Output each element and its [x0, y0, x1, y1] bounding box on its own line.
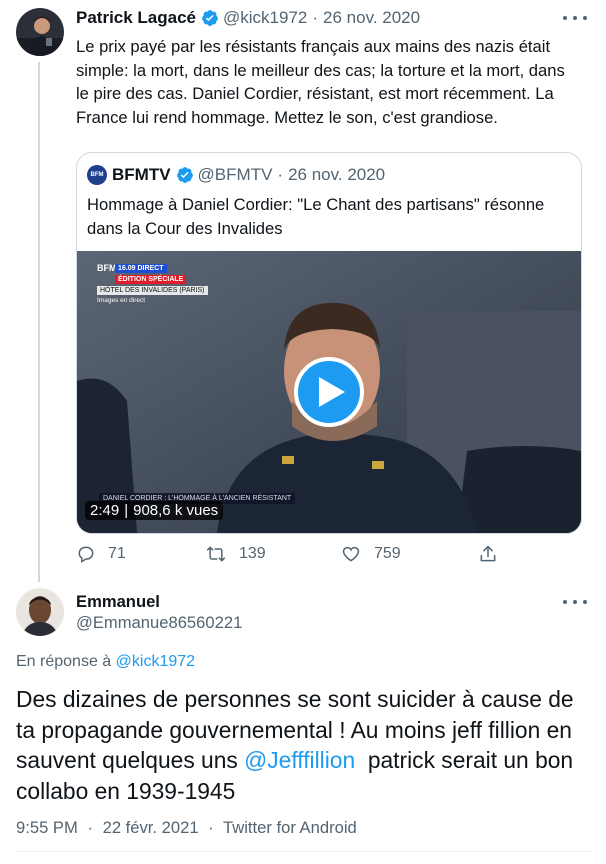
- author-handle[interactable]: @kick1972: [223, 8, 307, 28]
- reply-icon: [78, 546, 94, 563]
- reply-target-link[interactable]: @kick1972: [116, 653, 195, 670]
- heart-icon: [342, 546, 360, 562]
- quote-text: Hommage à Daniel Cordier: "Le Chant des …: [87, 195, 545, 238]
- video-duration: 2:49: [90, 502, 120, 519]
- quote-header: BFM BFMTV @BFMTV · 26 nov. 2020: [87, 165, 385, 185]
- overlay-edition: ÉDITION SPÉCIALE: [115, 275, 187, 284]
- bfmtv-avatar: BFM: [87, 165, 107, 185]
- divider: [16, 851, 591, 852]
- reply-author-handle[interactable]: @Emmanue86560221: [76, 613, 242, 633]
- avatar-patrick[interactable]: [16, 8, 64, 56]
- more-options-icon[interactable]: [563, 10, 587, 26]
- overlay-location: HÔTEL DES INVALIDES (PARIS): [97, 286, 208, 295]
- separator-dot: ·: [87, 818, 93, 837]
- reply-time[interactable]: 9:55 PM: [16, 818, 78, 837]
- author-name[interactable]: Patrick Lagacé: [76, 8, 196, 28]
- play-button[interactable]: [294, 357, 364, 427]
- share-button[interactable]: [478, 544, 510, 564]
- retweet-count: 139: [239, 545, 266, 562]
- verified-badge-icon: [201, 9, 219, 27]
- reply-text: Des dizaines de personnes se sont suicid…: [16, 684, 591, 806]
- thread-line: [38, 62, 40, 582]
- tweet-header: Patrick Lagacé @kick1972 · 26 nov. 2020: [76, 8, 420, 28]
- play-icon: [319, 377, 345, 407]
- share-icon: [480, 545, 496, 562]
- separator-dot: ·: [277, 165, 284, 184]
- mention-link[interactable]: @Jefffillion: [244, 747, 355, 773]
- more-options-icon[interactable]: [563, 594, 587, 610]
- quoted-tweet-card[interactable]: BFM BFMTV @BFMTV · 26 nov. 2020 Hommage …: [76, 152, 582, 534]
- separator-dot: ·: [208, 818, 214, 837]
- like-count: 759: [374, 545, 401, 562]
- reply-prefix: En réponse à: [16, 653, 112, 670]
- reply-meta: 9:55 PM · 22 févr. 2021 · Twitter for An…: [16, 818, 357, 838]
- overlay-images: Images en direct: [97, 297, 146, 304]
- quote-author-handle: @BFMTV: [197, 165, 273, 184]
- avatar-emmanuel[interactable]: [16, 588, 64, 636]
- reply-button[interactable]: 71: [76, 544, 126, 564]
- stats-separator: |: [124, 502, 129, 519]
- like-button[interactable]: 759: [340, 544, 401, 564]
- replying-to: En réponse à @kick1972: [16, 653, 195, 671]
- tweet-actions: 71 139 759: [76, 544, 506, 568]
- reply-date[interactable]: 22 févr. 2021: [103, 818, 199, 837]
- reply-source[interactable]: Twitter for Android: [223, 818, 357, 837]
- reply-count: 71: [108, 545, 126, 562]
- video-views: 908,6 k vues: [133, 502, 219, 519]
- quote-date: 26 nov. 2020: [288, 165, 386, 184]
- tweet-date[interactable]: 26 nov. 2020: [323, 8, 420, 28]
- reply-author-name[interactable]: Emmanuel: [76, 592, 160, 612]
- verified-badge-icon: [176, 166, 194, 184]
- video-player[interactable]: BFM TV. 16.09 DIRECT ÉDITION SPÉCIALE HÔ…: [77, 251, 581, 533]
- quote-author-name: BFMTV: [112, 165, 171, 184]
- video-stats: 2:49 | 908,6 k vues: [85, 501, 224, 520]
- tweet-text: Le prix payé par les résistants français…: [76, 37, 565, 127]
- retweet-button[interactable]: 139: [205, 544, 266, 564]
- overlay-time: 16.09 DIRECT: [115, 264, 167, 273]
- retweet-icon: [206, 546, 226, 562]
- separator-dot: ·: [312, 8, 319, 27]
